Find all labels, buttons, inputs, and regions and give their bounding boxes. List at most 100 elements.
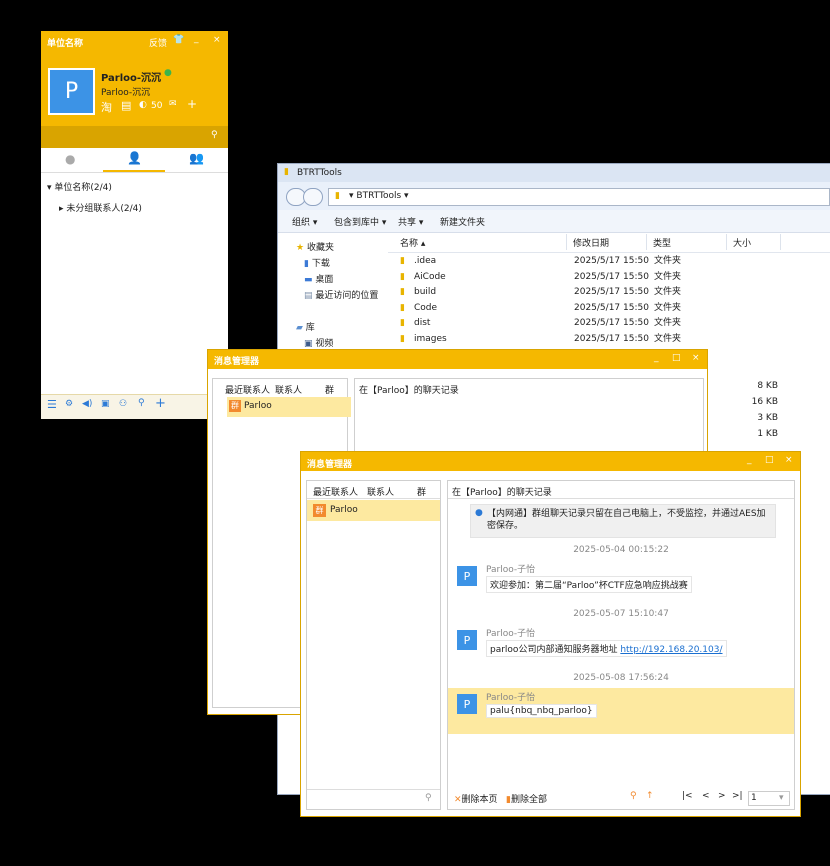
mm2-tab-groups[interactable]: 群	[417, 485, 426, 498]
nav-video[interactable]: ▣ 视频	[304, 336, 333, 349]
nav-library[interactable]: ▰ 库	[296, 320, 315, 333]
mm2-title: 消息管理器	[307, 460, 353, 470]
organize-menu[interactable]: 组织 ▾	[292, 215, 317, 228]
im-title: 单位名称	[47, 39, 84, 49]
scroll-top-icon[interactable]: ↑	[646, 791, 654, 801]
mm2-titlebar: 消息管理器 _ □ ×	[301, 452, 800, 471]
page-select[interactable]: 1 ▾	[748, 791, 790, 806]
minimize-icon[interactable]: _	[747, 455, 752, 465]
coin-icon[interactable]: ◐	[139, 100, 147, 110]
add-contact-icon[interactable]: +	[155, 396, 166, 411]
minimize-icon[interactable]: _	[194, 34, 199, 44]
maximize-icon[interactable]: □	[765, 455, 774, 465]
explorer-title: BTRTTools	[297, 168, 342, 178]
search-icon[interactable]: ⚲	[425, 793, 432, 803]
user-signature[interactable]: Parloo-沉沉	[101, 85, 150, 98]
group-root[interactable]: ▾ 单位名称(2/4)	[47, 180, 112, 193]
delete-page-button[interactable]: ✕删除本页	[454, 792, 498, 805]
next-page-icon[interactable]: >	[718, 791, 726, 801]
column-divider	[566, 234, 567, 250]
group-sub[interactable]: ▸ 未分组联系人(2/4)	[59, 201, 142, 214]
taobao-icon[interactable]: 淘	[101, 99, 112, 115]
nav-favorites[interactable]: ★ 收藏夹	[296, 240, 334, 253]
delete-all-button[interactable]: ▮删除全部	[506, 792, 547, 805]
chat-tab-icon[interactable]: ●	[65, 152, 75, 166]
file-row[interactable]: ▮ AiCode 2025/5/17 15:50 文件夹	[388, 270, 830, 285]
info-icon: ●	[475, 508, 483, 518]
nav-desktop[interactable]: ▬ 桌面	[304, 272, 333, 285]
forward-button[interactable]	[303, 188, 323, 206]
message-time: 2025-05-07 15:10:47	[573, 609, 669, 619]
column-date[interactable]: 修改日期	[573, 236, 609, 249]
file-row[interactable]: ▮ dist 2025/5/17 15:50 文件夹	[388, 316, 830, 331]
breadcrumb[interactable]: ▮ ▾ BTRTTools ▾	[328, 188, 830, 206]
sound-icon[interactable]: ◀)	[82, 399, 92, 409]
share-menu[interactable]: 共享 ▾	[398, 215, 423, 228]
file-type: 文件夹	[654, 256, 682, 266]
mm1-tab-contacts[interactable]: 联系人	[275, 383, 302, 396]
contacts-tab-icon[interactable]: 👤	[127, 151, 142, 165]
close-icon[interactable]: ×	[785, 455, 793, 465]
file-row[interactable]: ▮ images 2025/5/17 15:50 文件夹	[388, 332, 830, 347]
close-icon[interactable]: ×	[213, 35, 221, 45]
x-icon: ✕	[454, 795, 462, 805]
recent-icon: ▤	[304, 291, 313, 301]
maximize-icon[interactable]: □	[672, 353, 681, 363]
message-sender: Parloo-子怡	[486, 693, 536, 703]
nav-downloads[interactable]: ▮ 下载	[304, 256, 330, 269]
nav-recent[interactable]: ▤ 最近访问的位置	[304, 288, 378, 301]
mail-icon[interactable]: ✉	[169, 99, 177, 109]
nav-downloads-label: 下载	[311, 259, 330, 269]
skin-icon[interactable]: 👕	[173, 35, 184, 45]
address-bar: ▮ ▾ BTRTTools ▾	[278, 182, 830, 210]
nav-video-label: 视频	[315, 339, 334, 349]
search-icon[interactable]: ⚲	[630, 791, 637, 801]
mm2-tab-recent[interactable]: 最近联系人	[313, 485, 358, 498]
im-header: 单位名称 反馈 👕 _ × P Parloo-沉沉 ● Parloo-沉沉 淘 …	[41, 31, 228, 126]
group-sub-label: 未分组联系人(2/4)	[66, 204, 142, 214]
minimize-icon[interactable]: _	[654, 353, 659, 363]
file-row[interactable]: ▮ .idea 2025/5/17 15:50 文件夹	[388, 254, 830, 269]
calendar-icon[interactable]: ▤	[121, 99, 131, 112]
mm2-contact-item[interactable]: 群 Parloo	[307, 500, 440, 521]
avatar: P	[457, 694, 477, 714]
online-status-icon[interactable]: ●	[164, 68, 172, 78]
desktop-icon: ▬	[304, 275, 313, 285]
column-type[interactable]: 类型	[653, 236, 671, 249]
header-divider	[448, 498, 794, 499]
mailbox-icon[interactable]: ▣	[101, 399, 110, 409]
coin-count: 50	[151, 101, 163, 111]
close-icon[interactable]: ×	[692, 353, 700, 363]
search-icon[interactable]: ⚲	[211, 130, 218, 140]
column-name[interactable]: 名称 ▴	[400, 236, 425, 249]
first-page-icon[interactable]: |<	[682, 791, 693, 801]
new-folder-button[interactable]: 新建文件夹	[440, 215, 485, 228]
search-bar[interactable]: ⚲	[41, 126, 228, 148]
column-size[interactable]: 大小	[733, 236, 751, 249]
contact-search-input[interactable]: ⚲	[307, 789, 440, 809]
settings-icon[interactable]: ⚙	[65, 399, 73, 409]
mm1-contact-item[interactable]: 群 Parloo	[227, 397, 351, 417]
mm2-tab-contacts[interactable]: 联系人	[367, 485, 394, 498]
groups-tab-icon[interactable]: 👥	[189, 151, 204, 165]
mm1-tab-recent[interactable]: 最近联系人	[225, 383, 270, 396]
mm1-tab-groups[interactable]: 群	[325, 383, 334, 396]
contact-manager-icon[interactable]: ⚇	[119, 399, 127, 409]
message-text: parloo公司内部通知服务器地址	[490, 645, 618, 655]
mm2-contact-name: Parloo	[330, 505, 358, 515]
avatar[interactable]: P	[48, 68, 95, 115]
file-row[interactable]: ▮ Code 2025/5/17 15:50 文件夹	[388, 301, 830, 316]
server-link[interactable]: http://192.168.20.103/	[620, 645, 722, 655]
feedback-link[interactable]: 反馈	[149, 36, 167, 49]
breadcrumb-item[interactable]: ▾ BTRTTools ▾	[349, 191, 409, 201]
prev-page-icon[interactable]: <	[702, 791, 710, 801]
add-icon[interactable]: +	[187, 97, 197, 111]
menu-icon[interactable]: ☰	[47, 398, 57, 411]
file-row[interactable]: ▮ build 2025/5/17 15:50 文件夹	[388, 285, 830, 300]
file-type: 文件夹	[654, 271, 682, 282]
find-icon[interactable]: ⚲	[138, 398, 145, 408]
include-library-menu[interactable]: 包含到库中 ▾	[334, 215, 386, 228]
mm2-contacts-panel: 最近联系人 联系人 群 群 Parloo ⚲	[306, 480, 441, 810]
nav-recent-label: 最近访问的位置	[315, 291, 379, 301]
last-page-icon[interactable]: >|	[732, 791, 743, 801]
